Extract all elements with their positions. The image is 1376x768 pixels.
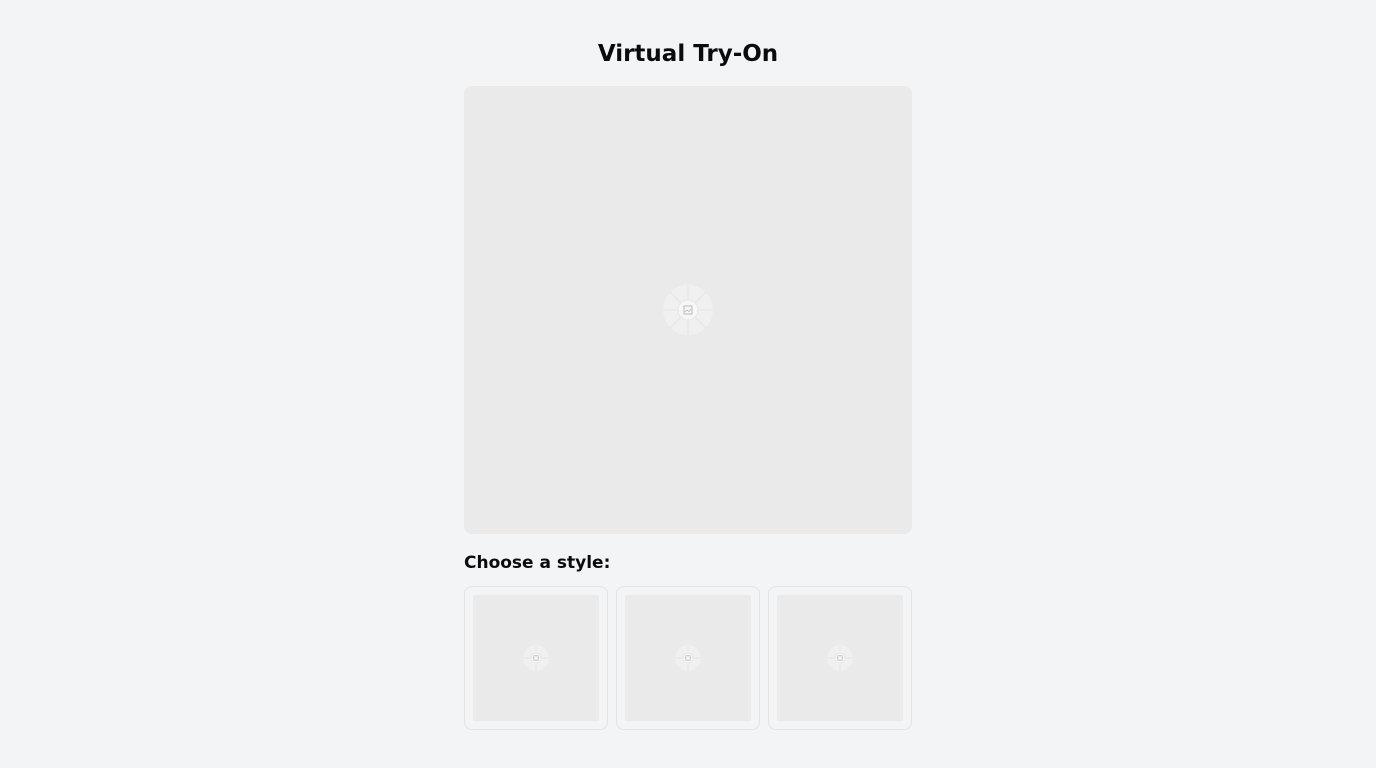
choose-style-label: Choose a style: — [464, 553, 611, 573]
style-thumbnail — [777, 595, 903, 721]
image-placeholder-icon — [685, 655, 691, 661]
style-thumbnail — [473, 595, 599, 721]
style-option-1[interactable] — [464, 586, 608, 730]
image-placeholder-icon — [837, 655, 843, 661]
style-option-3[interactable] — [768, 586, 912, 730]
image-placeholder-icon — [683, 305, 693, 315]
image-placeholder-icon — [533, 655, 539, 661]
page-title: Virtual Try-On — [597, 41, 779, 67]
style-thumbnail — [625, 595, 751, 721]
style-option-2[interactable] — [616, 586, 760, 730]
loading-spinner — [660, 282, 716, 338]
style-options — [464, 586, 912, 730]
loading-spinner — [521, 643, 551, 673]
loading-spinner — [825, 643, 855, 673]
try-on-preview — [464, 86, 912, 534]
loading-spinner — [673, 643, 703, 673]
virtual-try-on-page: Virtual Try-On Choose a style: — [0, 0, 1376, 768]
